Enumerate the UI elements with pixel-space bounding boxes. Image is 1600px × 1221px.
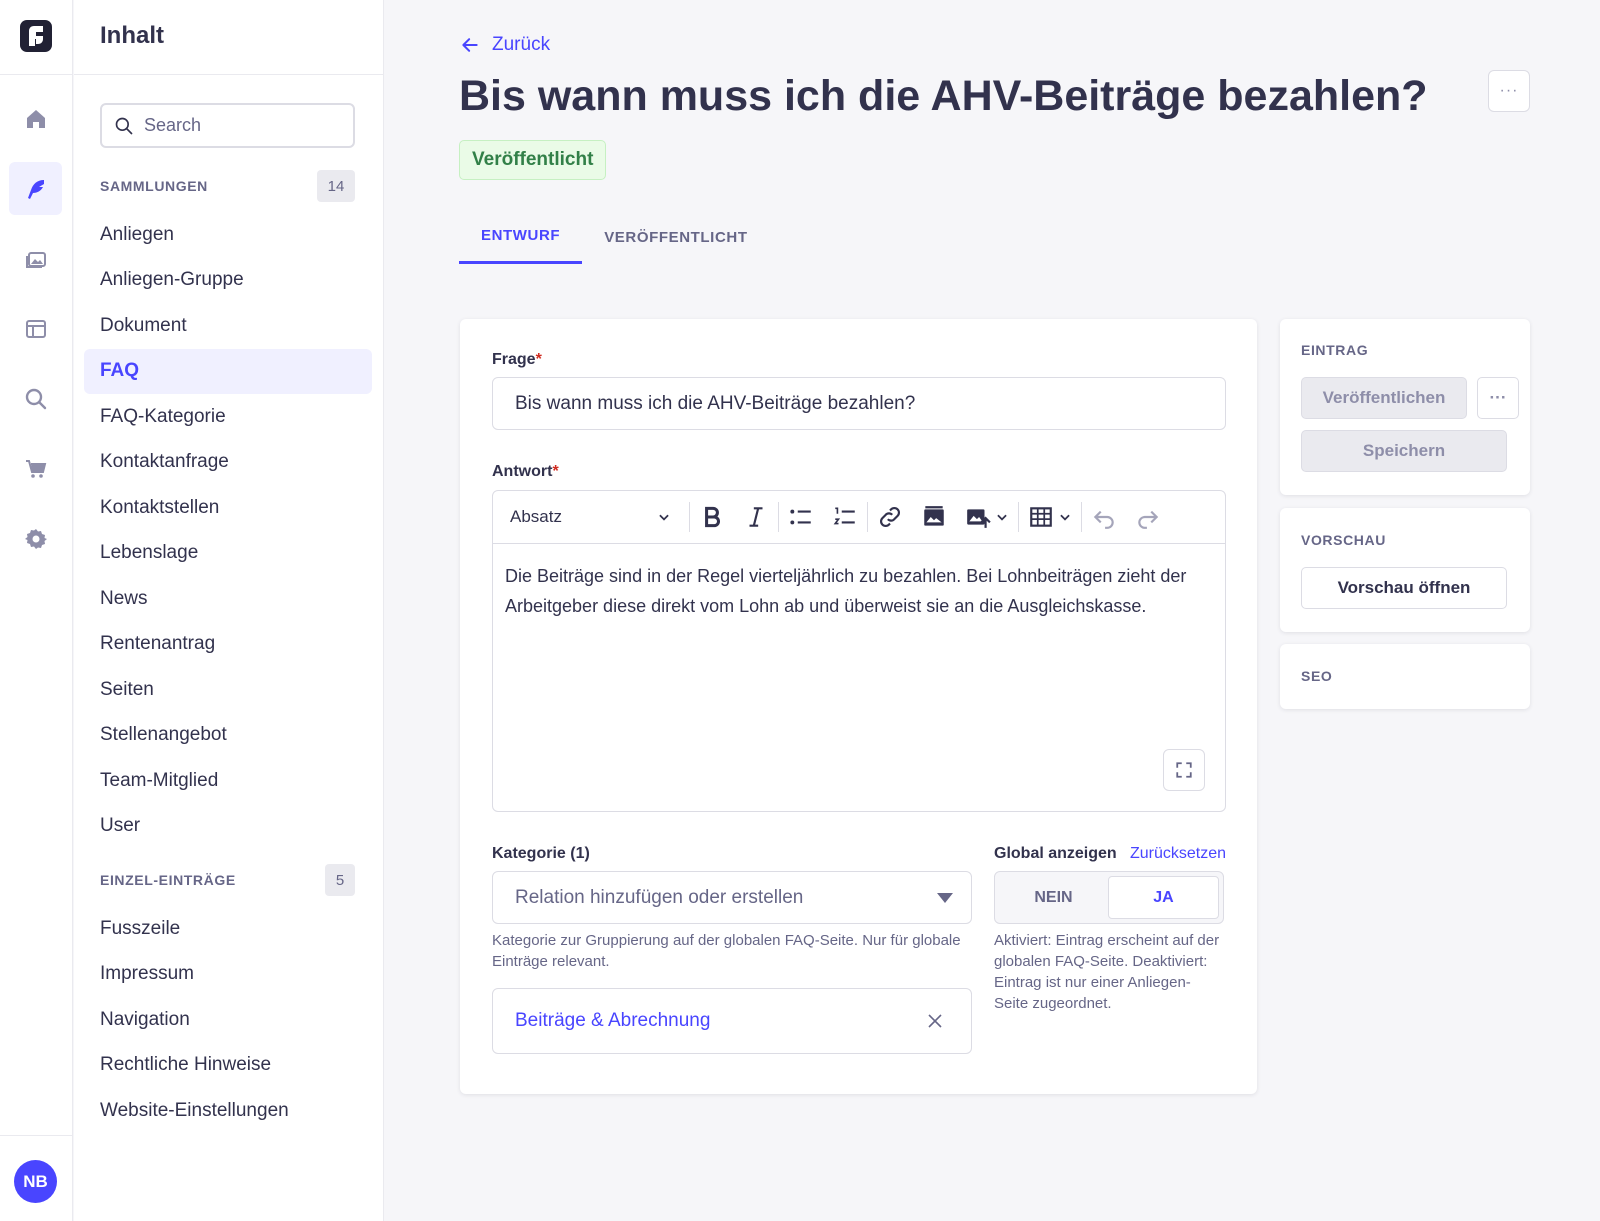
entry-more-button[interactable]: ··· xyxy=(1477,377,1519,419)
media-library-icon[interactable] xyxy=(9,232,62,285)
single-types-heading: EINZEL-EINTRÄGE xyxy=(100,872,236,888)
rail-divider xyxy=(0,74,73,75)
main-nav-rail: NB xyxy=(0,0,73,1221)
draft-published-tabs: ENTWURF VERÖFFENTLICHT xyxy=(459,210,770,264)
toggle-yes[interactable]: JA xyxy=(1108,876,1219,919)
content-manager-icon[interactable] xyxy=(9,162,62,215)
sidebar-search[interactable] xyxy=(100,103,355,148)
sidebar-item-news[interactable]: News xyxy=(84,576,372,622)
sidebar-item-team-mitglied[interactable]: Team-Mitglied xyxy=(84,758,372,804)
app-logo[interactable] xyxy=(18,18,54,54)
sidebar-item-faq[interactable]: FAQ xyxy=(84,348,372,394)
answer-text[interactable]: Die Beiträge sind in der Regel vierteljä… xyxy=(505,561,1210,621)
sidebar-item-kontaktstellen[interactable]: Kontaktstellen xyxy=(84,485,372,531)
question-input[interactable]: Bis wann muss ich die AHV-Beiträge bezah… xyxy=(492,377,1226,430)
back-link[interactable]: Zurück xyxy=(460,34,550,56)
sidebar-item-kontaktanfrage[interactable]: Kontaktanfrage xyxy=(84,440,372,486)
upload-image-icon[interactable] xyxy=(956,491,1018,544)
back-label: Zurück xyxy=(492,34,551,55)
sidebar-divider xyxy=(74,74,383,75)
sidebar-item-user[interactable]: User xyxy=(84,804,372,850)
settings-gear-icon[interactable] xyxy=(9,512,62,565)
seo-panel[interactable]: SEO xyxy=(1280,644,1530,709)
status-badge: Veröffentlicht xyxy=(459,140,607,180)
category-placeholder: Relation hinzufügen oder erstellen xyxy=(515,886,804,908)
search-icon xyxy=(115,117,133,134)
category-relation-item: Beiträge & Abrechnung xyxy=(492,988,972,1054)
preview-panel: VORSCHAU Vorschau öffnen xyxy=(1280,508,1530,632)
user-avatar[interactable]: NB xyxy=(14,1160,57,1203)
sidebar-item-lebenslage[interactable]: Lebenslage xyxy=(84,531,372,577)
sidebar-item-impressum[interactable]: Impressum xyxy=(84,952,372,998)
sidebar-title: Inhalt xyxy=(100,22,164,49)
sidebar-item-anliegen[interactable]: Anliegen xyxy=(84,212,372,258)
single-types-list: Fusszeile Impressum Navigation Rechtliche H… xyxy=(84,906,372,1134)
sidebar-item-seiten[interactable]: Seiten xyxy=(84,667,372,713)
link-icon[interactable] xyxy=(868,491,912,544)
publish-button[interactable]: Veröffentlichen xyxy=(1301,377,1467,419)
table-icon[interactable] xyxy=(1019,491,1081,544)
single-types-count-badge: 5 xyxy=(325,864,355,896)
sidebar-item-website-einstellungen[interactable]: Website-Einstellungen xyxy=(84,1088,372,1134)
home-icon[interactable] xyxy=(9,92,62,145)
category-relation-select[interactable]: Relation hinzufügen oder erstellen xyxy=(492,871,972,924)
content-sidebar: Inhalt SAMMLUNGEN 14 AnliegenAnliegen-Gr… xyxy=(74,0,384,1221)
toggle-no[interactable]: NEIN xyxy=(999,876,1108,919)
category-label: Kategorie (1) xyxy=(492,845,590,862)
chevron-down-icon xyxy=(1060,514,1070,521)
editor-toolbar: Absatz xyxy=(493,491,1225,544)
more-actions-button[interactable]: ··· xyxy=(1488,70,1530,112)
collections-heading: SAMMLUNGEN xyxy=(100,178,208,194)
arrow-left-icon xyxy=(462,38,478,52)
italic-icon[interactable] xyxy=(734,491,778,544)
entry-heading: EINTRAG xyxy=(1301,342,1369,358)
sidebar-item-stellenangebot[interactable]: Stellenangebot xyxy=(84,713,372,759)
sidebar-item-rechtliche-hinweise[interactable]: Rechtliche Hinweise xyxy=(84,1043,372,1089)
question-label: Frage* xyxy=(492,351,542,368)
page-title: Bis wann muss ich die AHV-Beiträge bezah… xyxy=(459,72,1428,120)
chevron-down-icon xyxy=(659,514,669,521)
chevron-down-icon xyxy=(997,514,1007,521)
expand-icon[interactable] xyxy=(1163,749,1205,791)
seo-heading: SEO xyxy=(1301,668,1333,684)
sidebar-item-anliegen-gruppe[interactable]: Anliegen-Gruppe xyxy=(84,258,372,304)
search-icon[interactable] xyxy=(9,372,62,425)
collections-list: Anliegen Anliegen-Gruppe Dokument FAQ FAQ-Ka… xyxy=(84,212,372,849)
collections-count-badge: 14 xyxy=(317,170,355,202)
global-toggle[interactable]: NEIN JA xyxy=(994,871,1224,924)
global-label: Global anzeigen xyxy=(994,845,1117,862)
sidebar-item-rentenantrag[interactable]: Rentenantrag xyxy=(84,622,372,668)
reset-link[interactable]: Zurücksetzen xyxy=(1130,845,1226,863)
preview-heading: VORSCHAU xyxy=(1301,532,1386,548)
category-item-link[interactable]: Beiträge & Abrechnung xyxy=(515,1010,710,1032)
global-hint: Aktiviert: Eintrag erscheint auf der glo… xyxy=(994,932,1220,1012)
marketplace-cart-icon[interactable] xyxy=(9,442,62,495)
sidebar-item-navigation[interactable]: Navigation xyxy=(84,997,372,1043)
rich-text-editor: Absatz Die Beiträge sind in der Regel vi… xyxy=(492,490,1226,812)
sidebar-item-faq-kategorie[interactable]: FAQ-Kategorie xyxy=(84,394,372,440)
paragraph-style-value: Absatz xyxy=(510,507,562,526)
undo-icon[interactable] xyxy=(1082,491,1126,544)
tab-draft[interactable]: ENTWURF xyxy=(459,210,583,264)
save-button[interactable]: Speichern xyxy=(1301,430,1507,472)
open-preview-button[interactable]: Vorschau öffnen xyxy=(1301,567,1507,609)
search-input[interactable] xyxy=(144,115,334,136)
bold-icon[interactable] xyxy=(690,491,734,544)
content-type-builder-icon[interactable] xyxy=(9,302,62,355)
edit-form-card: Frage* Bis wann muss ich die AHV-Beiträg… xyxy=(460,319,1257,1094)
tab-published[interactable]: VERÖFFENTLICHT xyxy=(582,210,769,264)
entry-panel: EINTRAG Veröffentlichen ··· Speichern xyxy=(1280,319,1530,495)
paragraph-style-select[interactable]: Absatz xyxy=(493,491,689,544)
rail-bottom-divider xyxy=(0,1135,73,1136)
numbered-list-icon[interactable] xyxy=(823,491,867,544)
answer-label: Antwort* xyxy=(492,463,559,480)
sidebar-item-dokument[interactable]: Dokument xyxy=(84,303,372,349)
image-icon[interactable] xyxy=(912,491,956,544)
close-icon[interactable] xyxy=(927,1013,943,1029)
caret-down-icon xyxy=(937,892,953,903)
redo-icon[interactable] xyxy=(1126,491,1170,544)
bullet-list-icon[interactable] xyxy=(779,491,823,544)
sidebar-item-fusszeile[interactable]: Fusszeile xyxy=(84,906,372,952)
category-hint: Kategorie zur Gruppierung auf der global… xyxy=(492,932,961,970)
